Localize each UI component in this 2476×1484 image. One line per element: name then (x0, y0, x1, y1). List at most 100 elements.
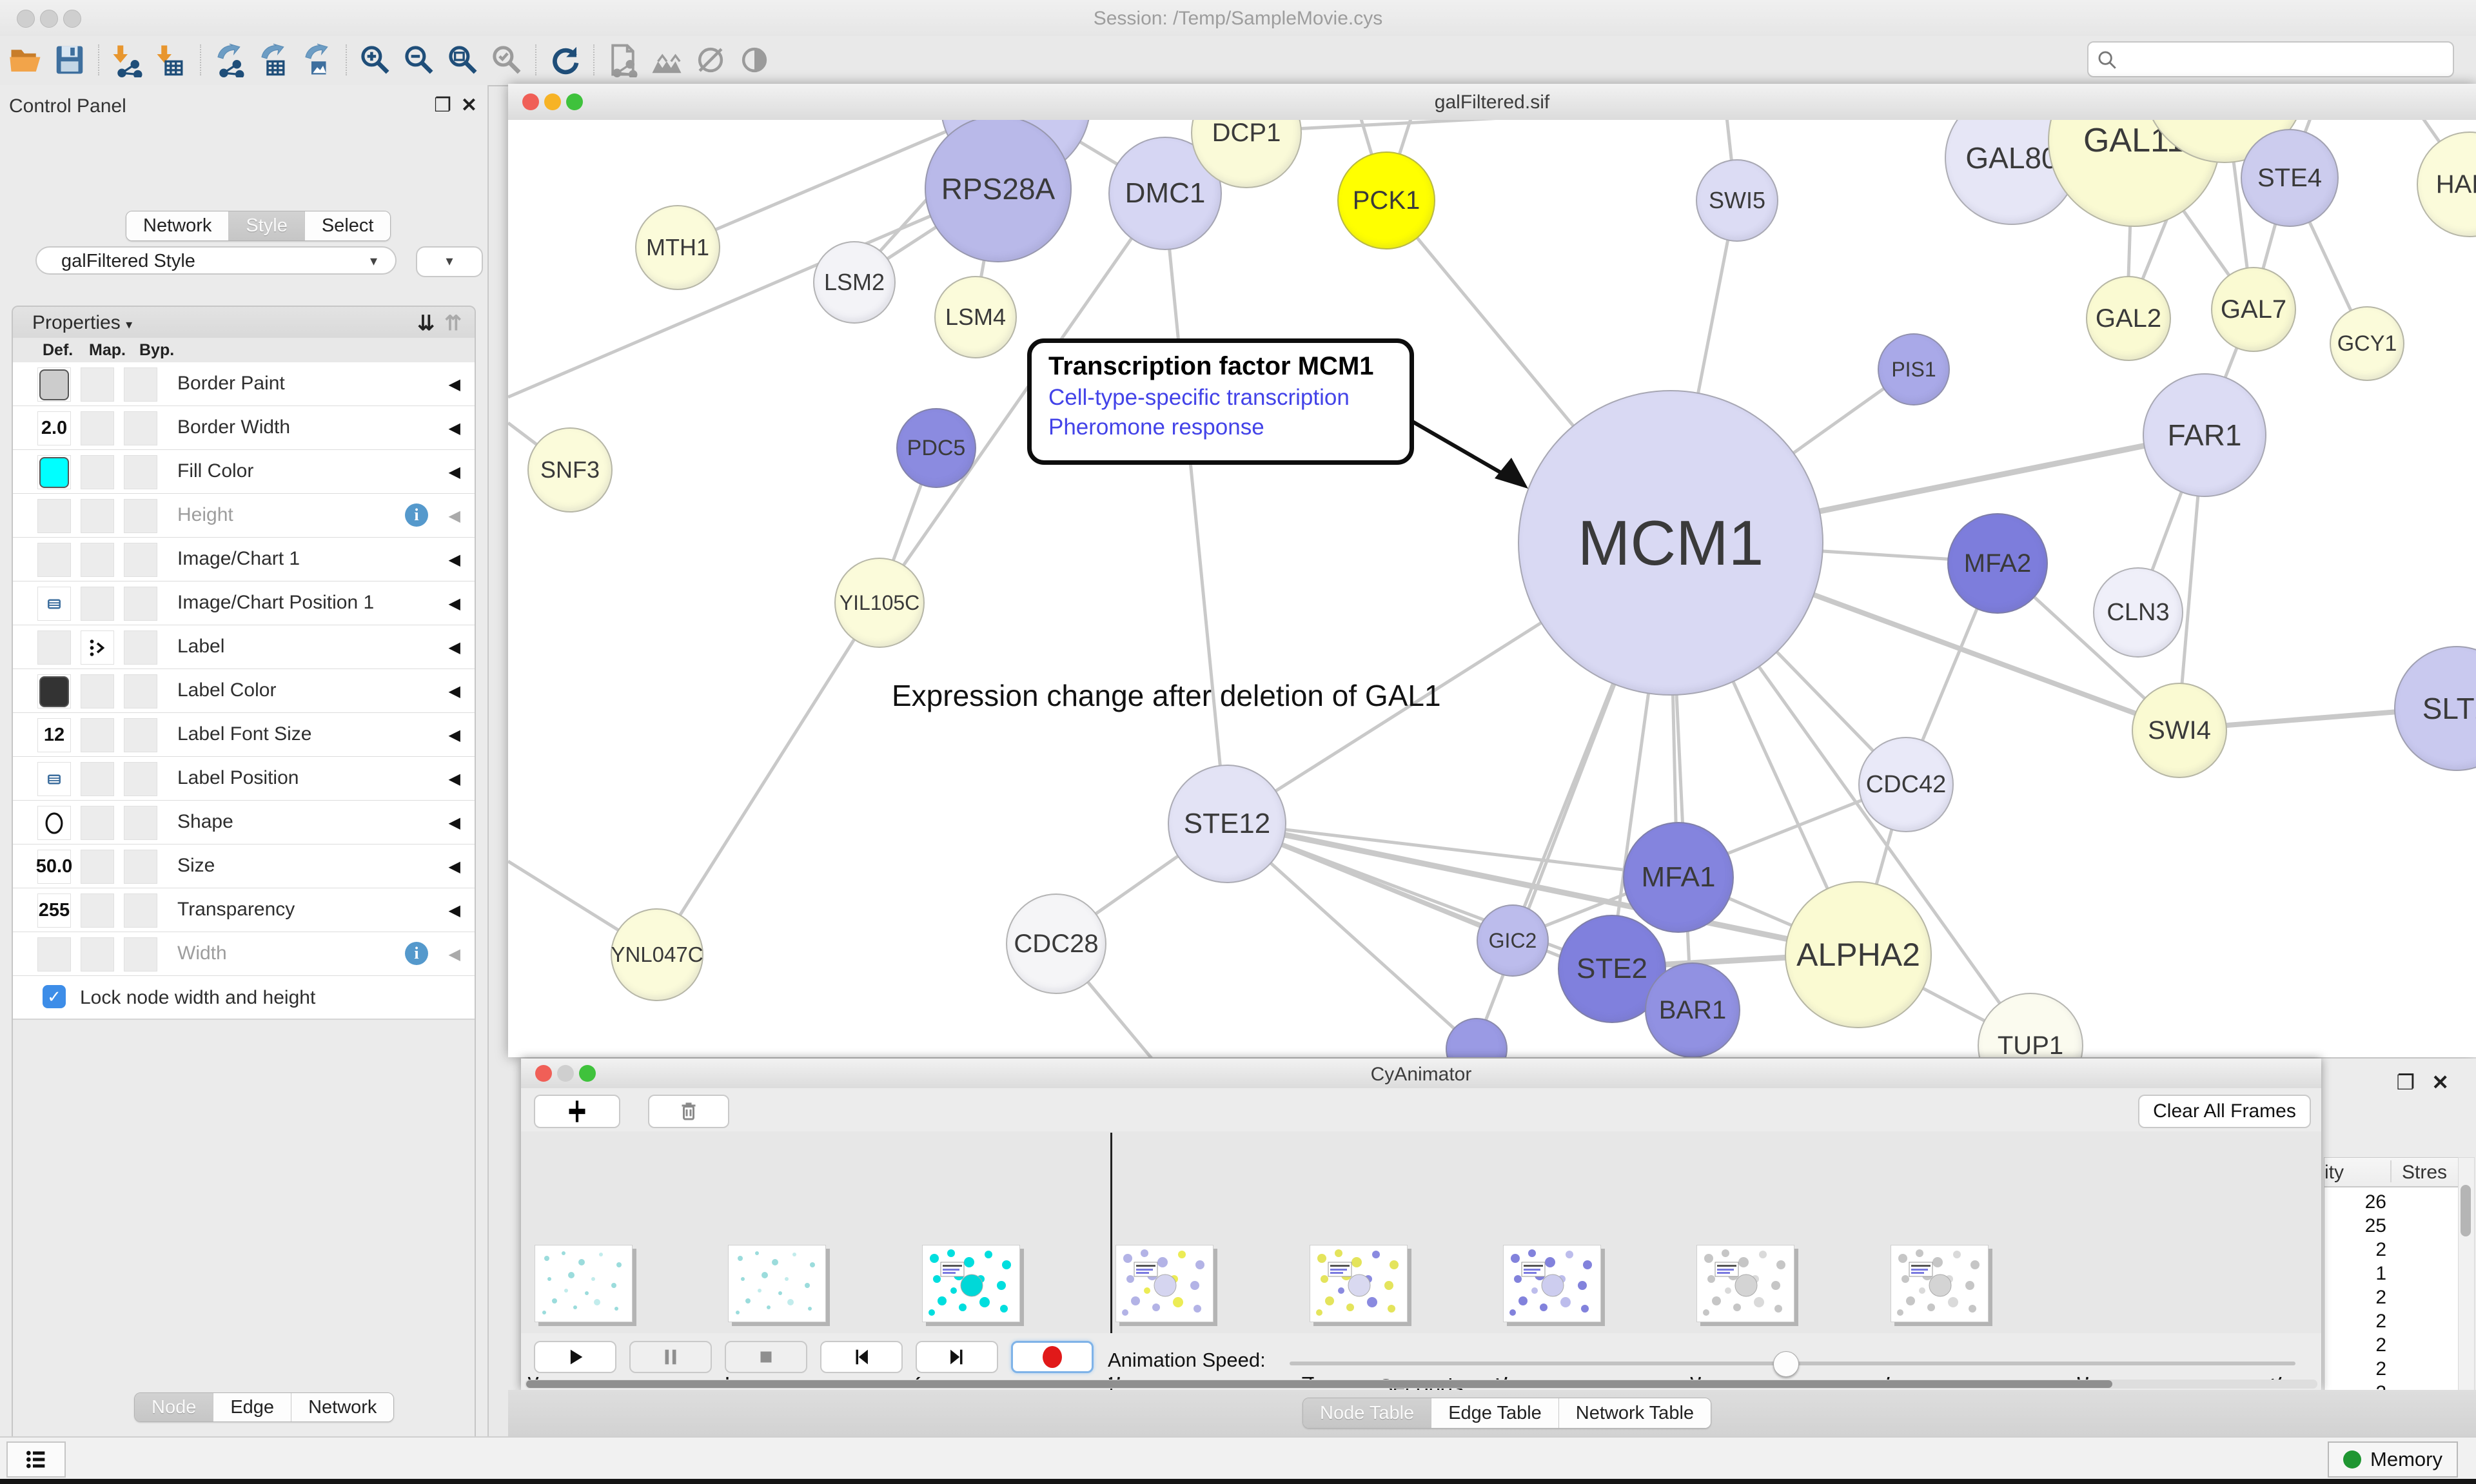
mapping-cell[interactable] (81, 499, 114, 533)
zoom-selected-icon[interactable] (489, 43, 524, 77)
last-frame-button[interactable] (916, 1341, 998, 1373)
expand-row-icon[interactable]: ◀ (449, 551, 460, 569)
property-row-label-font-size[interactable]: 12Label Font Size◀ (13, 713, 475, 757)
default-cell[interactable] (37, 499, 71, 533)
tab-edge-table[interactable]: Edge Table (1431, 1398, 1558, 1428)
network-node-lsm2[interactable]: LSM2 (813, 241, 896, 324)
network-node-mfa2[interactable]: MFA2 (1947, 513, 2048, 614)
network-node-mfa1[interactable]: MFA1 (1623, 822, 1734, 933)
frame-thumbnail-3[interactable] (1115, 1245, 1213, 1322)
export-table-icon[interactable] (256, 43, 291, 77)
property-row-label-color[interactable]: Label Color◀ (13, 669, 475, 713)
network-node-ste12[interactable]: STE12 (1168, 765, 1286, 883)
frame-thumbnail-7[interactable] (1891, 1245, 1989, 1322)
bypass-cell[interactable] (124, 674, 157, 708)
timeline-scrollbar[interactable] (525, 1380, 2317, 1389)
network-node-tup1[interactable]: TUP1 (1978, 993, 2083, 1057)
default-cell[interactable] (37, 762, 71, 796)
mapping-cell[interactable] (81, 411, 114, 445)
network-node-blue1[interactable] (1446, 1018, 1508, 1057)
table-cell[interactable]: 2 (2324, 1239, 2386, 1261)
add-frame-button[interactable] (534, 1095, 620, 1128)
animation-speed-thumb[interactable] (1773, 1351, 1799, 1377)
network-node-ynl047c[interactable]: YNL047C (611, 908, 703, 1001)
table-cell[interactable]: 25 (2324, 1215, 2386, 1237)
float-panel-icon[interactable]: ❐ (434, 94, 451, 117)
frame-thumbnail-2[interactable] (922, 1245, 1020, 1322)
mapping-cell[interactable] (81, 543, 114, 577)
default-cell[interactable] (37, 674, 71, 708)
clear-all-frames-button[interactable]: Clear All Frames (2138, 1095, 2311, 1128)
pause-button[interactable] (629, 1341, 712, 1373)
bypass-cell[interactable] (124, 937, 157, 971)
style-options-button[interactable]: ▾ (416, 246, 483, 277)
network-node-rps28a[interactable]: RPS28A (925, 120, 1072, 262)
collapse-all-icon[interactable]: ⇈ (444, 311, 462, 335)
node-table[interactable]: ity Stres 26252122222 (2324, 1157, 2459, 1394)
search-input[interactable] (2087, 41, 2454, 77)
record-button[interactable] (1011, 1341, 1094, 1373)
network-node-mcm1[interactable]: MCM1 (1518, 390, 1823, 696)
mapping-cell[interactable] (81, 455, 114, 489)
network-node-gal2[interactable]: GAL2 (2086, 276, 2171, 361)
property-row-size[interactable]: 50.0Size◀ (13, 845, 475, 888)
tab-network[interactable]: Network (291, 1393, 393, 1421)
mapping-cell[interactable] (81, 937, 114, 971)
task-history-button[interactable] (6, 1441, 66, 1478)
bypass-cell[interactable] (124, 806, 157, 840)
default-cell[interactable]: 12 (37, 718, 71, 752)
export-image-icon[interactable] (300, 43, 335, 77)
network-window-titlebar[interactable]: galFiltered.sif (508, 84, 2476, 121)
cyanimator-timeline[interactable]: 0123456789 Seconds (521, 1131, 2321, 1334)
tab-select[interactable]: Select (304, 211, 391, 240)
expand-row-icon[interactable]: ◀ (449, 638, 460, 657)
table-cell[interactable]: 2 (2324, 1334, 2386, 1356)
mapping-cell[interactable] (81, 674, 114, 708)
mapping-cell[interactable] (81, 806, 114, 840)
expand-row-icon[interactable]: ◀ (449, 419, 460, 438)
property-row-shape[interactable]: Shape◀ (13, 801, 475, 845)
default-cell[interactable]: 255 (37, 893, 71, 928)
network-canvas[interactable]: RPS28AMTH1LSM2LSM4DMC1DCP1PCK1SWI5GAL80G… (508, 120, 2476, 1057)
zoom-fit-icon[interactable] (446, 43, 480, 77)
apply-layout-icon[interactable] (547, 43, 582, 77)
mapping-cell[interactable] (81, 587, 114, 621)
zoom-out-icon[interactable] (402, 43, 437, 77)
table-cell[interactable]: 1 (2324, 1263, 2386, 1285)
frame-thumbnail-6[interactable] (1696, 1245, 1794, 1322)
property-row-image-chart-position-1[interactable]: Image/Chart Position 1◀ (13, 581, 475, 625)
frame-thumbnail-4[interactable] (1310, 1245, 1408, 1322)
table-vertical-scrollbar[interactable] (2458, 1157, 2475, 1394)
lock-size-checkbox[interactable]: ✓ (43, 985, 66, 1008)
tab-network[interactable]: Network (126, 211, 228, 240)
property-row-label[interactable]: Label◀ (13, 625, 475, 669)
network-node-pdc5[interactable]: PDC5 (896, 408, 976, 488)
network-node-cdc28[interactable]: CDC28 (1006, 893, 1106, 994)
tab-style[interactable]: Style (228, 211, 304, 240)
default-cell[interactable] (37, 937, 71, 971)
default-cell[interactable] (37, 543, 71, 577)
table-column-header[interactable]: Stres (2402, 1162, 2447, 1184)
zoom-in-icon[interactable] (358, 43, 393, 77)
network-node-yil105c[interactable]: YIL105C (834, 558, 925, 648)
bypass-cell[interactable] (124, 762, 157, 796)
default-cell[interactable] (37, 587, 71, 621)
tab-node[interactable]: Node (135, 1393, 213, 1421)
mapping-cell[interactable] (81, 850, 114, 884)
mapping-cell[interactable] (81, 367, 114, 402)
expand-row-icon[interactable]: ◀ (449, 857, 460, 876)
expand-all-icon[interactable]: ⇊ (417, 311, 435, 335)
frame-thumbnail-1[interactable] (728, 1245, 826, 1322)
tab-edge[interactable]: Edge (213, 1393, 291, 1421)
network-node-gic2[interactable]: GIC2 (1477, 904, 1549, 977)
open-session-icon[interactable] (8, 43, 43, 77)
float-panel-icon[interactable]: ❐ (2397, 1071, 2432, 1094)
mapping-cell[interactable] (81, 762, 114, 796)
tab-node-table[interactable]: Node Table (1303, 1398, 1431, 1428)
memory-button[interactable]: Memory (2328, 1441, 2458, 1478)
table-column-header[interactable]: ity (2324, 1162, 2384, 1184)
info-icon[interactable]: i (405, 503, 428, 527)
annotation-link[interactable]: Cell-type-specific transcription (1048, 385, 1410, 411)
network-node-snf3[interactable]: SNF3 (527, 427, 613, 513)
property-row-border-width[interactable]: 2.0Border Width◀ (13, 406, 475, 450)
